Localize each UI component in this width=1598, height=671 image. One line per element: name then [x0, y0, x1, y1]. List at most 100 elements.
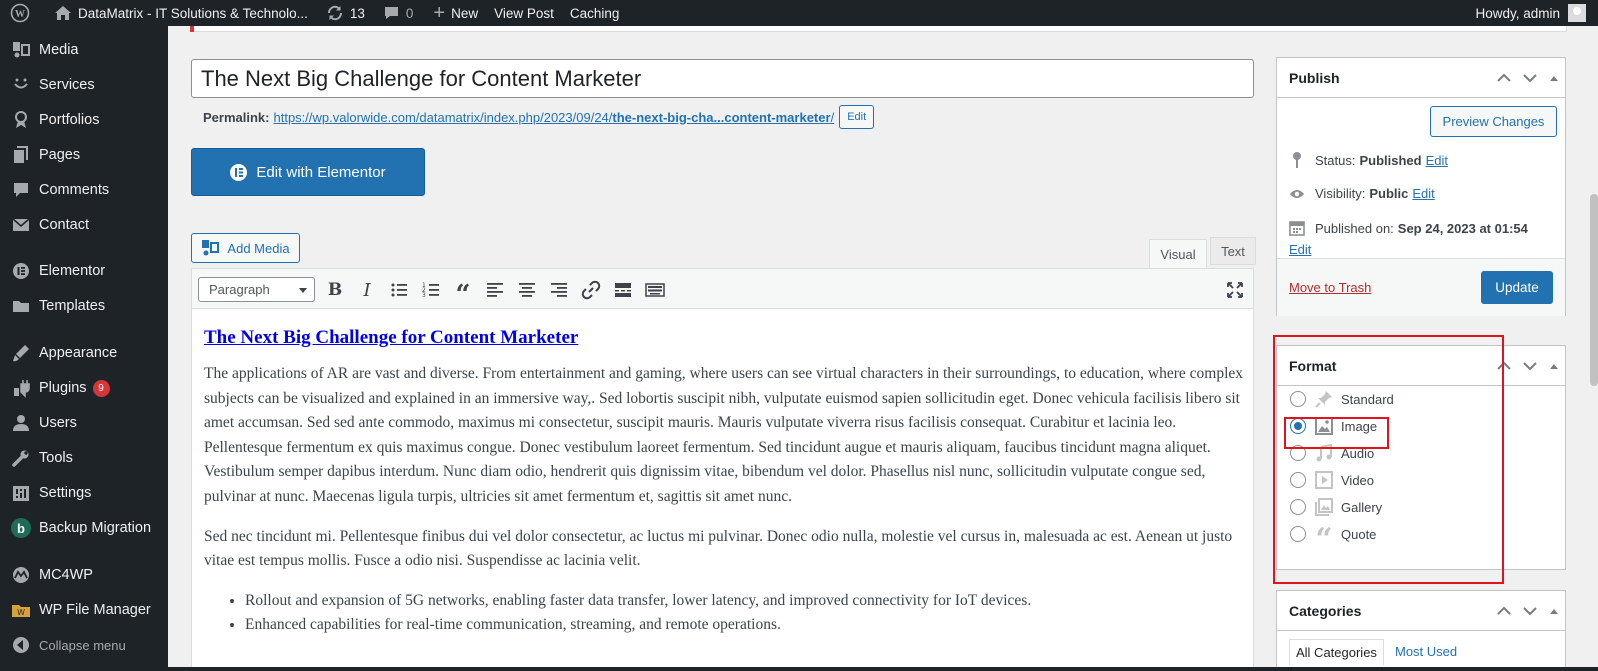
bold-button[interactable]: B: [322, 277, 348, 303]
updates-icon: [326, 4, 344, 22]
toolbar-toggle-button[interactable]: [642, 277, 668, 303]
align-left-icon: [487, 283, 503, 297]
sidebar-item-label: Appearance: [39, 345, 118, 361]
publish-box-header: Publish: [1277, 58, 1565, 98]
bulleted-list-icon: [391, 283, 407, 297]
move-down-icon[interactable]: [1523, 361, 1537, 371]
preview-changes-button[interactable]: Preview Changes: [1430, 106, 1557, 137]
new-content-link[interactable]: + New: [421, 0, 486, 26]
sidebar-item-label: Collapse menu: [39, 637, 126, 653]
status-edit-link[interactable]: Edit: [1426, 153, 1448, 168]
block-format-value: Paragraph: [209, 282, 270, 297]
appearance-icon: [10, 343, 32, 363]
toggle-panel-icon[interactable]: [1549, 607, 1559, 615]
collapse-menu-button[interactable]: Collapse menu: [0, 628, 168, 662]
sidebar-item-media[interactable]: Media: [0, 33, 168, 67]
site-name-link[interactable]: DataMatrix - IT Solutions & Technolo...: [38, 0, 316, 26]
admin-sidebar: Media Services Portfolios Pages Comments…: [0, 26, 168, 671]
sidebar-item-pages[interactable]: Pages: [0, 138, 168, 172]
numbered-list-button[interactable]: 123: [418, 277, 444, 303]
tab-all-categories[interactable]: All Categories: [1289, 639, 1384, 665]
view-post-label: View Post: [494, 5, 554, 21]
align-right-button[interactable]: [546, 277, 572, 303]
site-name: DataMatrix - IT Solutions & Technolo...: [78, 5, 308, 21]
sidebar-item-services[interactable]: Services: [0, 68, 168, 102]
plus-icon: +: [433, 1, 446, 24]
bulleted-list-button[interactable]: [386, 277, 412, 303]
update-button[interactable]: Update: [1481, 271, 1553, 304]
toggle-panel-icon[interactable]: [1549, 362, 1559, 370]
sidebar-item-label: Elementor: [39, 263, 106, 279]
move-down-icon[interactable]: [1523, 606, 1537, 616]
sidebar-item-contact[interactable]: Contact: [0, 208, 168, 242]
wp-logo[interactable]: W: [0, 0, 38, 26]
scrollbar-thumb[interactable]: [1590, 194, 1598, 386]
editor-toolbar: Paragraph B I 123 “: [192, 269, 1253, 309]
sidebar-item-label: Settings: [39, 485, 92, 501]
box-controls: [1497, 346, 1559, 386]
sidebar-item-label: Backup Migration: [39, 520, 152, 536]
tab-most-used[interactable]: Most Used: [1395, 644, 1457, 659]
toggle-panel-icon[interactable]: [1549, 74, 1559, 82]
align-center-button[interactable]: [514, 277, 540, 303]
updates-link[interactable]: 13: [316, 0, 373, 26]
collapse-icon: [10, 636, 32, 654]
blockquote-button[interactable]: “: [450, 277, 476, 308]
align-left-button[interactable]: [482, 277, 508, 303]
elementor-logo-icon: [230, 163, 248, 181]
fullscreen-button[interactable]: [1222, 277, 1248, 303]
italic-button[interactable]: I: [354, 277, 380, 303]
box-controls: [1497, 58, 1559, 98]
sidebar-item-comments[interactable]: Comments: [0, 173, 168, 207]
permalink-base: https://wp.valorwide.com/datamatrix/inde…: [273, 109, 613, 125]
content-paragraph-1: The applications of AR are vast and dive…: [204, 365, 1244, 505]
visibility-edit-link[interactable]: Edit: [1412, 186, 1434, 201]
sidebar-item-backup-migration[interactable]: b Backup Migration: [0, 511, 168, 545]
my-account[interactable]: Howdy, admin: [1467, 0, 1598, 26]
tab-visual[interactable]: Visual: [1149, 239, 1207, 269]
edit-with-elementor-button[interactable]: Edit with Elementor: [191, 148, 425, 196]
caching-label: Caching: [569, 5, 620, 21]
permalink-link[interactable]: https://wp.valorwide.com/datamatrix/inde…: [273, 110, 834, 125]
content-paragraph-2: Sed nec tincidunt mi. Pellentesque finib…: [204, 527, 1233, 570]
published-on-edit-link[interactable]: Edit: [1289, 242, 1311, 257]
block-format-select[interactable]: Paragraph: [198, 277, 315, 302]
svg-text:W: W: [15, 9, 25, 20]
sidebar-item-label: Services: [39, 77, 95, 93]
read-more-button[interactable]: [610, 277, 636, 303]
move-to-trash-link[interactable]: Move to Trash: [1289, 280, 1371, 295]
editor-content-area[interactable]: The Next Big Challenge for Content Marke…: [204, 327, 1244, 638]
sidebar-item-templates[interactable]: Templates: [0, 289, 168, 323]
content-heading[interactable]: The Next Big Challenge for Content Marke…: [204, 327, 1244, 349]
howdy-text: Howdy, admin: [1475, 5, 1560, 21]
sidebar-item-portfolios[interactable]: Portfolios: [0, 103, 168, 137]
sidebar-item-mc4wp[interactable]: MC4WP: [0, 558, 168, 592]
move-up-icon[interactable]: [1497, 606, 1511, 616]
permalink-row: Permalink: https://wp.valorwide.com/data…: [203, 104, 875, 130]
comments-link[interactable]: 0: [373, 0, 422, 26]
add-media-button[interactable]: Add Media: [191, 233, 300, 263]
move-down-icon[interactable]: [1523, 73, 1537, 83]
sidebar-item-elementor[interactable]: Elementor: [0, 254, 168, 288]
insert-link-button[interactable]: [578, 277, 604, 303]
tab-text[interactable]: Text: [1210, 237, 1256, 265]
caching-link[interactable]: Caching: [562, 0, 628, 26]
contact-icon: [10, 215, 32, 235]
sidebar-item-wp-file-manager[interactable]: W WP File Manager: [0, 593, 168, 627]
svg-text:3: 3: [422, 292, 426, 299]
align-right-icon: [551, 283, 567, 297]
comments-count: 0: [405, 5, 414, 21]
sidebar-item-users[interactable]: Users: [0, 406, 168, 440]
post-title-input[interactable]: The Next Big Challenge for Content Marke…: [191, 59, 1254, 98]
fullscreen-icon: [1227, 282, 1243, 298]
permalink-edit-button[interactable]: Edit: [839, 105, 875, 129]
view-post-link[interactable]: View Post: [486, 0, 562, 26]
sidebar-item-appearance[interactable]: Appearance: [0, 336, 168, 370]
sidebar-item-plugins[interactable]: Plugins 9: [0, 371, 168, 405]
sidebar-item-tools[interactable]: Tools: [0, 441, 168, 475]
sidebar-item-settings[interactable]: Settings: [0, 476, 168, 510]
page-scrollbar[interactable]: [1588, 26, 1598, 671]
align-center-icon: [519, 283, 535, 297]
sidebar-item-label: Plugins: [39, 380, 87, 396]
move-up-icon[interactable]: [1497, 73, 1511, 83]
